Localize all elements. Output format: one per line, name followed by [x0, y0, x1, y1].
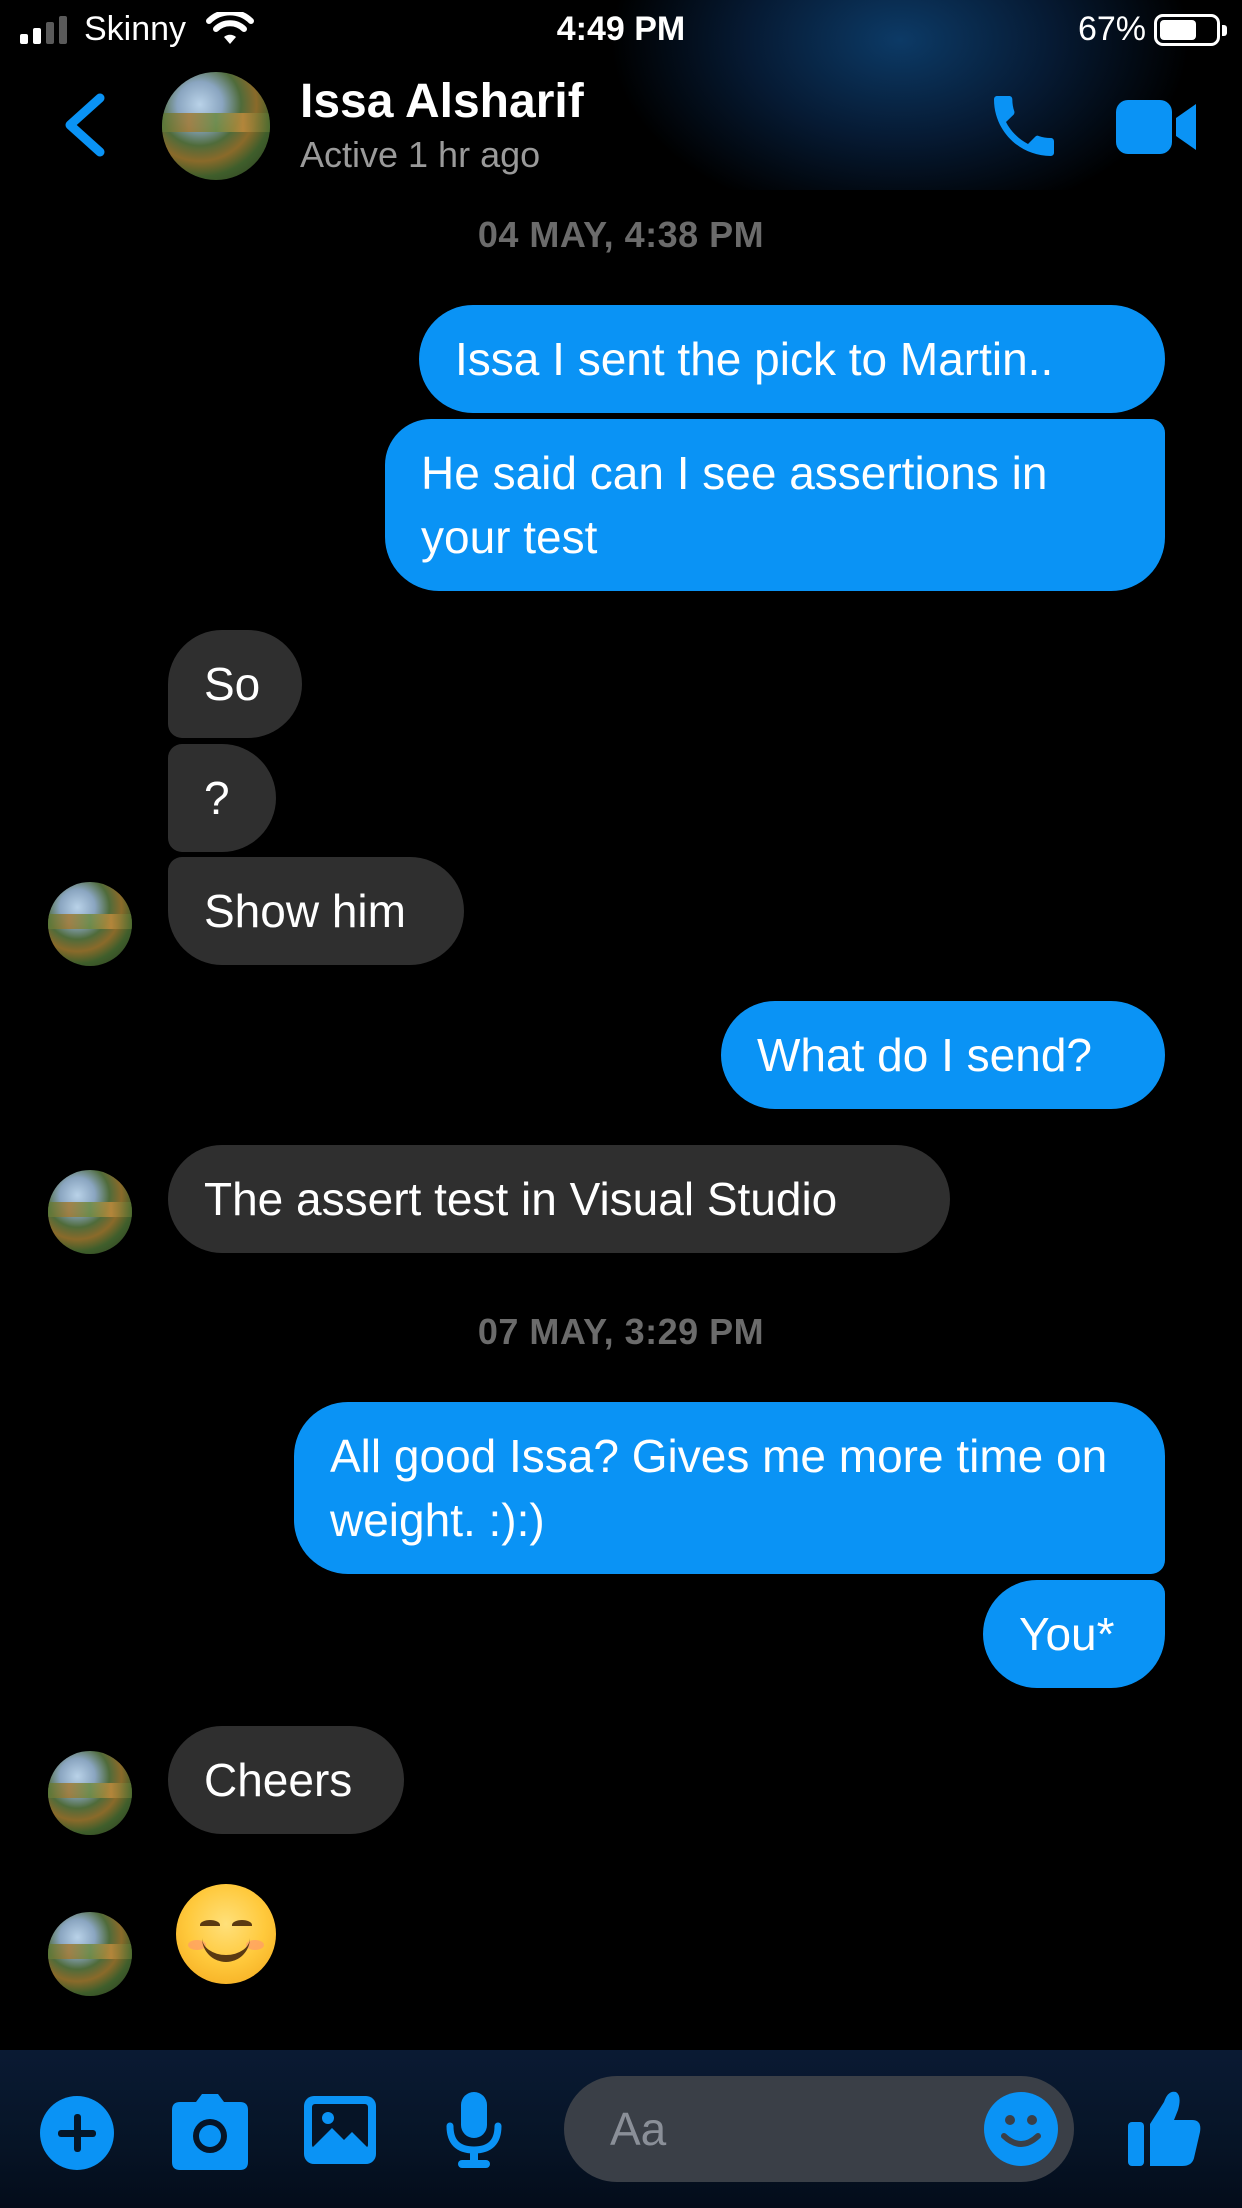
video-camera-icon [1116, 100, 1196, 154]
contact-status: Active 1 hr ago [300, 134, 541, 175]
more-actions-button[interactable] [40, 2096, 114, 2175]
plus-icon [40, 2096, 114, 2170]
gallery-icon [304, 2096, 376, 2164]
message-bubble-incoming[interactable]: The assert test in Visual Studio [168, 1145, 950, 1253]
sender-avatar[interactable] [48, 1751, 132, 1835]
message-bubble-outgoing[interactable]: He said can I see assertions in your tes… [385, 419, 1165, 591]
back-button[interactable] [56, 90, 116, 160]
battery-percent: 67% [1077, 10, 1146, 48]
message-text: He said can I see assertions in your tes… [421, 447, 1048, 563]
camera-icon [172, 2094, 248, 2170]
like-button[interactable] [1126, 2088, 1202, 2173]
sender-avatar[interactable] [48, 1170, 132, 1254]
message-bubble-incoming[interactable]: So [168, 630, 302, 738]
timestamp: 04 MAY, 4:38 PM [477, 214, 765, 255]
message-bubble-outgoing[interactable]: All good Issa? Gives me more time on wei… [294, 1402, 1165, 1574]
sender-avatar[interactable] [48, 1912, 132, 1996]
phone-icon [994, 96, 1054, 156]
voice-call-button[interactable] [984, 86, 1064, 166]
chevron-left-icon [65, 93, 105, 157]
message-bubble-incoming[interactable]: ? [168, 744, 276, 852]
microphone-icon [446, 2092, 502, 2168]
message-composer [0, 2050, 1242, 2208]
smiling-face-emoji[interactable] [176, 1884, 276, 1984]
message-input-container [564, 2076, 1074, 2182]
status-bar: Skinny 4:49 PM 67% [0, 0, 1242, 64]
message-text: ? [204, 772, 230, 824]
message-bubble-incoming[interactable]: Show him [168, 857, 464, 965]
contact-avatar[interactable] [162, 72, 270, 180]
message-text: Show him [204, 885, 406, 937]
message-text: Issa I sent the pick to Martin.. [455, 333, 1054, 385]
message-bubble-incoming[interactable]: Cheers [168, 1726, 404, 1834]
message-text: Cheers [204, 1754, 353, 1806]
sender-avatar[interactable] [48, 882, 132, 966]
video-call-button[interactable] [1114, 94, 1198, 160]
message-bubble-outgoing[interactable]: You* [983, 1580, 1165, 1688]
message-text: You* [1019, 1608, 1115, 1660]
emoji-icon [984, 2092, 1058, 2166]
battery-icon [1154, 14, 1227, 46]
message-text: All good Issa? Gives me more time on wei… [330, 1430, 1108, 1546]
voice-message-button[interactable] [446, 2092, 502, 2175]
message-input[interactable] [610, 2100, 950, 2158]
message-bubble-outgoing[interactable]: What do I send? [721, 1001, 1165, 1109]
message-text: The assert test in Visual Studio [204, 1173, 838, 1225]
timestamp: 07 MAY, 3:29 PM [477, 1311, 765, 1352]
message-list[interactable]: 04 MAY, 4:38 PM Issa I sent the pick to … [0, 190, 1242, 2050]
status-time: 4:49 PM [556, 10, 686, 48]
header-content: Issa Alsharif Active 1 hr ago [0, 64, 1242, 190]
gallery-button[interactable] [302, 2094, 378, 2171]
thumbs-up-icon [1128, 2091, 1201, 2166]
battery-level [1160, 20, 1196, 40]
contact-name[interactable]: Issa Alsharif [300, 74, 584, 129]
message-text: What do I send? [757, 1029, 1092, 1081]
camera-button[interactable] [170, 2094, 250, 2175]
message-text: So [204, 658, 261, 710]
message-bubble-outgoing[interactable]: Issa I sent the pick to Martin.. [419, 305, 1165, 413]
emoji-button[interactable] [984, 2092, 1058, 2166]
